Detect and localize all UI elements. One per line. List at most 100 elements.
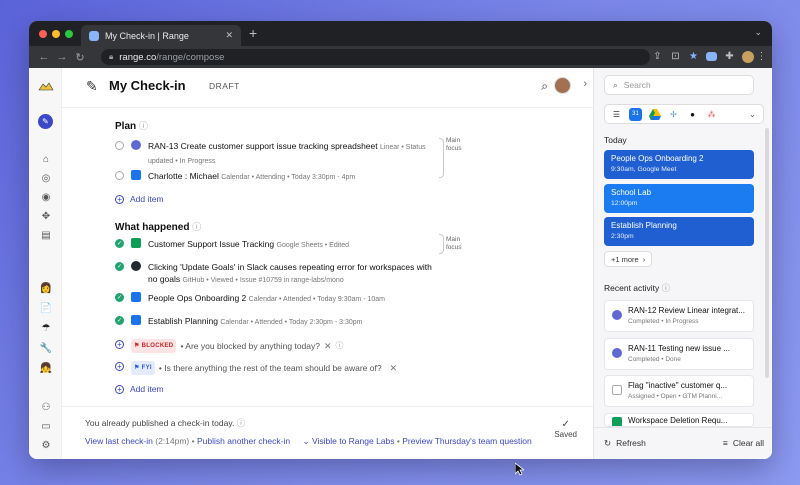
share-icon[interactable]: ⇪: [651, 50, 664, 63]
visibility-selector[interactable]: Visible to Range Labs: [312, 436, 395, 446]
google-calendar-icon: [131, 292, 141, 302]
add-blocker-icon[interactable]: +: [115, 340, 124, 349]
fyi-prompt-row[interactable]: + ⚑ FYI • Is there anything the rest of …: [115, 361, 553, 375]
google-drive-icon[interactable]: [648, 108, 661, 121]
recent-info-icon[interactable]: ⓘ: [662, 283, 671, 293]
teams-network-icon[interactable]: ✥: [40, 210, 52, 222]
plan-item[interactable]: RAN-13 Create customer support issue tra…: [115, 140, 553, 165]
plan-add-item-button[interactable]: + Add item: [115, 194, 164, 204]
preview-team-question-link[interactable]: Preview Thursday's team question: [402, 436, 532, 446]
plan-info-icon[interactable]: ⓘ: [139, 121, 148, 131]
activity-item[interactable]: RAN-12 Review Linear integrat... Complet…: [604, 300, 754, 332]
user-avatar[interactable]: [554, 77, 571, 94]
blocked-info-icon[interactable]: ⓘ: [336, 340, 344, 352]
draft-status: DRAFT: [209, 81, 240, 91]
main-focus-label[interactable]: Main focus: [446, 236, 462, 252]
activity-item[interactable]: Flag "inactive" customer q... Assigned •…: [604, 375, 754, 407]
browser-menu-icon[interactable]: ⋮: [755, 50, 768, 63]
activity-item[interactable]: Workspace Deletion Requ...: [604, 413, 754, 427]
notice-info-icon[interactable]: ⓘ: [237, 418, 246, 428]
clear-all-button[interactable]: ≡ Clear all: [723, 438, 764, 448]
reload-icon[interactable]: ↻: [73, 51, 87, 64]
event-card[interactable]: Establish Planning 2:30pm: [604, 217, 754, 246]
today-label: Today: [604, 135, 627, 145]
blocked-prompt-row[interactable]: + ⚑ BLOCKED • Are you blocked by anythin…: [115, 339, 553, 353]
compose-pencil-icon[interactable]: ✎: [38, 114, 53, 129]
install-icon[interactable]: ⊡: [669, 50, 682, 63]
more-events-button[interactable]: +1 more ›: [604, 251, 653, 267]
happened-item[interactable]: ✓ People Ops Onboarding 2 Calendar • Att…: [115, 292, 553, 304]
happened-item-text: Clicking 'Update Goals' in Slack causes …: [148, 262, 432, 272]
forward-icon[interactable]: →: [55, 51, 69, 63]
visibility-chevron-icon[interactable]: ⌄: [302, 436, 309, 446]
invite-user-icon[interactable]: ⚇: [40, 401, 52, 413]
happened-item-checkbox[interactable]: ✓: [115, 239, 124, 248]
collapse-chevron-icon[interactable]: ›: [583, 78, 587, 90]
view-last-checkin-link[interactable]: View last check-in: [85, 436, 153, 446]
what-happened-info-icon[interactable]: ⓘ: [192, 222, 201, 232]
minimize-window-button[interactable]: [52, 30, 60, 38]
close-tab-icon[interactable]: ✕: [225, 30, 233, 41]
add-fyi-icon[interactable]: +: [115, 362, 124, 371]
plan-item-checkbox[interactable]: [115, 171, 124, 180]
emoji-umbrella-icon[interactable]: ☂: [40, 322, 52, 334]
publish-another-link[interactable]: Publish another check-in: [197, 436, 290, 446]
browser-tab[interactable]: My Check-in | Range ✕: [81, 25, 241, 46]
emoji-person-icon[interactable]: 👩: [40, 282, 52, 294]
happened-item[interactable]: ✓ Customer Support Issue Tracking Google…: [115, 238, 553, 250]
settings-sliders-icon[interactable]: ⚙: [40, 439, 52, 451]
new-tab-icon[interactable]: +: [249, 25, 257, 41]
happened-add-item-button[interactable]: + Add item: [115, 384, 164, 394]
happened-item-meta: Calendar • Attended • Today 2:30pm - 3:3…: [220, 319, 363, 326]
range-extension-icon[interactable]: [705, 50, 718, 63]
google-calendar-icon: [131, 170, 141, 180]
clipboard-icon[interactable]: ▤: [40, 229, 52, 241]
event-title: School Lab: [611, 188, 652, 197]
github-icon[interactable]: ●: [686, 108, 699, 121]
event-card[interactable]: People Ops Onboarding 2 9:30am, Google M…: [604, 150, 754, 179]
range-logo-icon[interactable]: [38, 80, 54, 92]
happened-item[interactable]: ✓ Establish Planning Calendar • Attended…: [115, 315, 553, 327]
url-path: /range/compose: [156, 51, 225, 63]
plan-item-checkbox[interactable]: [115, 141, 124, 150]
happened-item-checkbox[interactable]: ✓: [115, 262, 124, 271]
profile-avatar[interactable]: [741, 50, 754, 63]
fyi-prompt-text[interactable]: • Is there anything the rest of the team…: [159, 362, 382, 374]
emoji-tool-icon[interactable]: 🔧: [40, 342, 52, 354]
blocked-prompt-text[interactable]: • Are you blocked by anything today?: [180, 340, 320, 352]
emoji-user-icon[interactable]: 👧: [40, 362, 52, 374]
slack-icon[interactable]: ✢: [667, 108, 680, 121]
integrations-bar[interactable]: ☰ 31 ✢ ● ⁂ ⌄: [604, 104, 764, 124]
activity-item[interactable]: RAN-11 Testing new issue ... Completed •…: [604, 338, 754, 370]
happened-item-checkbox[interactable]: ✓: [115, 293, 124, 302]
asana-icon[interactable]: ⁂: [705, 108, 718, 121]
happened-item-checkbox[interactable]: ✓: [115, 316, 124, 325]
tab-search-chevron-icon[interactable]: ⌄: [754, 27, 762, 38]
published-notice: You already published a check-in today. …: [85, 418, 246, 428]
sidebar-scrollbar[interactable]: [765, 128, 769, 378]
maximize-window-button[interactable]: [65, 30, 73, 38]
sidebar-search-input[interactable]: ⌕ Search: [604, 75, 754, 95]
bookmark-star-icon[interactable]: ★: [687, 50, 700, 63]
plan-item[interactable]: Charlotte : Michael Calendar • Attending…: [115, 170, 553, 182]
emoji-document-icon[interactable]: 📄: [40, 302, 52, 314]
goals-target-icon[interactable]: ◉: [40, 191, 52, 203]
check-circle-icon[interactable]: ◎: [40, 172, 52, 184]
more-icon[interactable]: ⋯: [40, 458, 52, 460]
search-icon[interactable]: ⌕: [541, 79, 548, 94]
dismiss-fyi-icon[interactable]: ✕: [390, 362, 398, 374]
extensions-puzzle-icon[interactable]: ✚: [723, 50, 736, 63]
main-focus-label[interactable]: Main focus: [446, 137, 462, 153]
refresh-button[interactable]: ↻ Refresh: [604, 438, 646, 449]
event-card[interactable]: School Lab 12:00pm: [604, 184, 754, 213]
url-field[interactable]: 🔒︎ range.co/range/compose: [101, 49, 650, 65]
back-icon[interactable]: ←: [37, 51, 51, 63]
feedback-icon[interactable]: ▭: [40, 420, 52, 432]
integrations-chevron-icon[interactable]: ⌄: [746, 108, 759, 121]
footer-actions: View last check-in (2:14pm) • Publish an…: [85, 436, 532, 446]
google-calendar-icon[interactable]: 31: [629, 107, 642, 121]
close-window-button[interactable]: [39, 30, 47, 38]
dismiss-blocked-icon[interactable]: ✕: [324, 340, 332, 352]
list-icon[interactable]: ☰: [610, 108, 623, 121]
home-icon[interactable]: ⌂: [40, 153, 52, 165]
